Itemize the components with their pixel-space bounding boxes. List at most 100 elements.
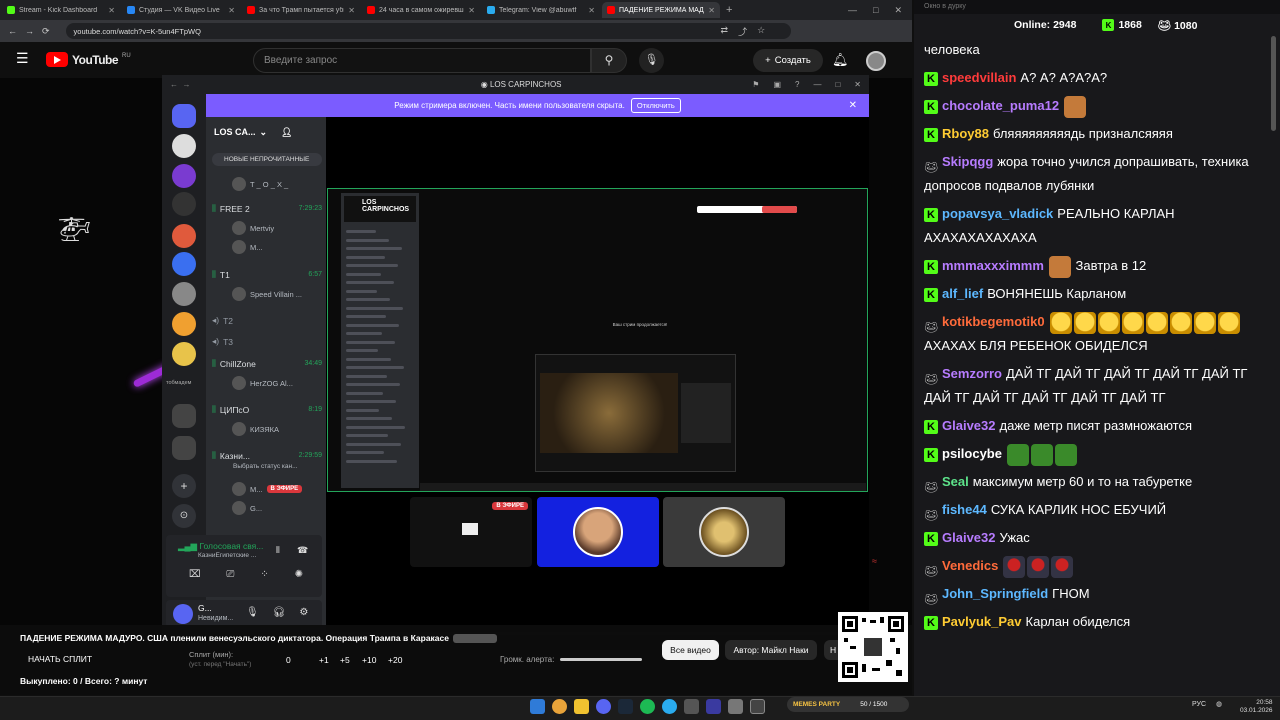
noise-suppression-icon[interactable]: ⫴ [276,545,280,556]
browser-tab[interactable]: ПАДЕНИЕ РЕЖИМА МАДУРО... ✕ [602,2,720,18]
close-tab-icon[interactable]: ✕ [708,6,715,15]
menu-icon[interactable]: ☰ [16,50,29,67]
chat-username[interactable]: kotikbegemotik0 [942,314,1045,329]
voice-user[interactable]: КИЗЯКА [232,422,320,436]
increment-button[interactable]: +1 [319,655,329,665]
server-icon[interactable] [172,164,196,188]
increment-button[interactable]: +10 [362,655,376,665]
screen-icon[interactable]: ▣ [773,80,781,89]
bookmark-star-icon[interactable]: ☆ [757,25,765,38]
new-tab-button[interactable]: + [726,4,732,16]
voice-user[interactable]: M... В ЭФИРЕ [232,482,320,496]
telegram-icon[interactable] [662,699,677,714]
all-videos-chip[interactable]: Все видео [662,640,719,660]
server-icon[interactable] [172,342,196,366]
server-icon[interactable] [172,312,196,336]
chat-username[interactable]: Seal [942,474,969,489]
back-icon[interactable]: ← [8,26,17,36]
browser-tab[interactable]: Студия — VK Видео Live ✕ [122,2,240,18]
close-tab-icon[interactable]: ✕ [588,6,595,15]
close-icon[interactable]: ✕ [854,80,861,89]
search-input[interactable]: Введите запрос [253,48,591,73]
browser-tab[interactable]: За что Трамп пытается убить... ✕ [242,2,360,18]
chat-username[interactable]: fishe44 [942,502,987,517]
folder-icon[interactable] [574,699,589,714]
server-icon[interactable] [172,252,196,276]
author-chip[interactable]: Автор: Майкл Наки [725,640,817,660]
voice-channel[interactable]: ⫼ T1 6:57 [212,269,322,280]
voice-channel[interactable]: ◂) T2 [212,315,322,326]
voice-channel[interactable]: ⫼ ЦИПсО 8:19 [212,404,322,415]
close-tab-icon[interactable]: ✕ [108,6,115,15]
server-icon[interactable] [172,282,196,306]
chrome-icon[interactable] [552,699,567,714]
next-chip[interactable]: Н [824,640,839,660]
chat-username[interactable]: Skipqgg [942,154,993,169]
create-button[interactable]: + Создать [753,49,823,72]
close-tab-icon[interactable]: ✕ [468,6,475,15]
app-icon[interactable] [750,699,765,714]
spotify-icon[interactable] [640,699,655,714]
voice-user[interactable]: T _ O _ X _ [232,177,320,191]
chat-username[interactable]: Glaive32 [942,418,996,433]
channel-status[interactable]: Выбрать статус кан... [233,463,321,470]
voice-user[interactable]: HerZOG Al... [232,376,320,390]
server-icon[interactable] [172,224,196,248]
voice-channel-name[interactable]: КазниЕгипетские ... [198,552,256,559]
disconnect-icon[interactable]: ☎ [297,545,308,556]
add-friend-icon[interactable]: 👤︎ [281,127,292,138]
chat-username[interactable]: John_Springfield [942,586,1048,601]
alert-volume-slider[interactable] [560,658,642,661]
new-unread-pill[interactable]: НОВЫЕ НЕПРОЧИТАННЫЕ [212,153,322,166]
forward-icon[interactable]: → [25,26,34,36]
chat-username[interactable]: speedvillain [942,70,1016,85]
split-value[interactable]: 0 [286,655,291,665]
chat-username[interactable]: Pavlyuk_Pav [942,614,1022,629]
headphones-icon[interactable]: 🎧︎ [273,607,286,618]
camera-off-icon[interactable]: ⌧ [189,569,201,580]
close-icon[interactable]: ✕ [894,5,902,16]
chat-username[interactable]: psilocybe [942,446,1002,461]
obs-icon[interactable] [684,699,699,714]
voice-channel[interactable]: ⫼ ChillZone 34:49 [212,358,322,369]
maximize-icon[interactable]: □ [835,80,840,89]
minimize-icon[interactable]: — [813,80,821,89]
steam-icon[interactable] [618,699,633,714]
app-icon[interactable] [706,699,721,714]
add-server-icon[interactable]: + [172,474,196,498]
discord-home-icon[interactable] [172,104,196,128]
clock[interactable]: 20:58 03.01.2026 [1240,699,1273,715]
chat-username[interactable]: Rboy88 [942,126,989,141]
chat-username[interactable]: Venedics [942,558,998,573]
chat-username[interactable]: Glaive32 [942,530,996,545]
maximize-icon[interactable]: □ [873,5,878,16]
search-button[interactable]: ⚲ [591,48,627,73]
chat-username[interactable]: chocolate_puma12 [942,98,1059,113]
avatar[interactable] [173,604,193,624]
flag-icon[interactable]: ⚑ [752,80,759,89]
youtube-logo[interactable]: YouTube RU [46,52,131,67]
browser-tab[interactable]: Stream - Kick Dashboard ✕ [2,2,120,18]
help-icon[interactable]: ? [795,80,799,89]
server-icon[interactable] [172,192,196,216]
app-icon[interactable] [728,699,743,714]
start-split-button[interactable]: НАЧАТЬ СПЛИТ [28,654,92,664]
minimize-icon[interactable]: — [848,5,857,16]
voice-user[interactable]: M... [232,240,320,254]
activities-icon[interactable]: ⁘ [260,569,268,580]
chat-username[interactable]: popavsya_vladick [942,206,1053,221]
account-avatar[interactable] [866,51,886,71]
discord-nav-arrows[interactable]: ← → [170,80,250,89]
language-indicator[interactable]: РУС [1192,701,1206,708]
windows-start-icon[interactable] [530,699,545,714]
chat-username[interactable]: alf_lief [942,286,983,301]
server-header[interactable]: LOS CA... ⌄ 👤︎ [206,120,326,144]
close-tab-icon[interactable]: ✕ [228,6,235,15]
settings-gear-icon[interactable]: ⚙ [299,607,308,618]
disable-streamer-mode-button[interactable]: Отключить [630,98,681,113]
browser-tab[interactable]: Telegram: View @abuwtf ✕ [482,2,600,18]
translate-icon[interactable]: ⇄ [721,25,729,38]
share-icon[interactable]: ⤴ [738,25,747,38]
reload-icon[interactable]: ⟳ [42,26,50,37]
voice-channel[interactable]: ◂) T3 [212,336,322,347]
